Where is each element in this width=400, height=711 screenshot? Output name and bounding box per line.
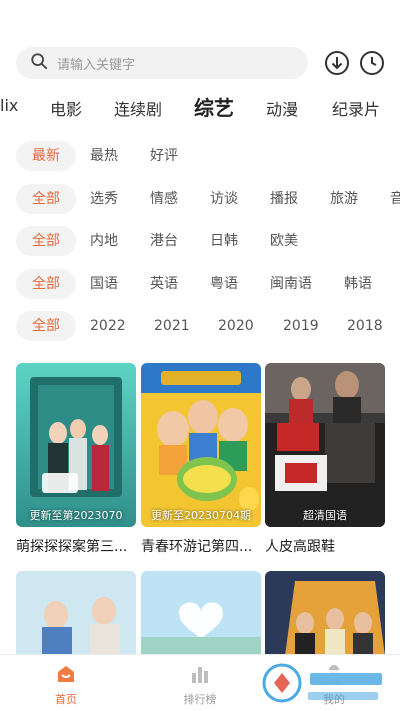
update-label: 更新至第2023070 [29,509,123,522]
filter-chip[interactable]: 粤语 [210,269,238,299]
filter-chip[interactable]: 2018 [347,311,383,341]
filter-chip[interactable]: 2021 [154,311,190,341]
filter-chip[interactable]: 音 [390,184,400,214]
tab-documentary[interactable]: 纪录片 [332,96,380,120]
poster-image[interactable]: 超清国语 [265,363,385,527]
poster-image[interactable] [16,571,136,656]
filter-chip[interactable]: 韩语 [344,269,372,299]
filter-chip[interactable]: 2020 [218,311,254,341]
video-title[interactable]: 萌探探探案第三... [16,536,144,556]
video-card[interactable]: 更新至20230704期 青春环游记第四... [141,363,261,556]
poster-image[interactable] [141,571,261,656]
video-card[interactable] [141,571,261,656]
filter-chip[interactable]: 访谈 [210,184,238,214]
video-title[interactable]: 青春环游记第四... [141,536,269,556]
quality-label: 超清国语 [303,509,347,522]
home-icon [55,663,77,685]
video-card[interactable] [265,571,385,656]
search-icon [30,52,48,74]
poster-image[interactable] [265,571,385,656]
video-card[interactable] [16,571,136,656]
poster-image[interactable]: 更新至第2023070 [16,363,136,527]
filter-chip[interactable]: 情感 [150,184,178,214]
filter-chip[interactable]: 最新 [16,141,76,171]
video-title[interactable]: 人皮高跟鞋 [265,536,393,556]
filter-chip[interactable]: 全部 [16,184,76,214]
filter-chip[interactable]: 旅游 [330,184,358,214]
filter-chip[interactable]: 欧美 [270,226,298,256]
filter-chip[interactable]: 国语 [90,269,118,299]
filter-chip[interactable]: 英语 [150,269,178,299]
filter-chip[interactable]: 最热 [90,141,118,171]
filter-chip[interactable]: 选秀 [90,184,118,214]
filter-chip[interactable]: 内地 [90,226,118,256]
filter-chip[interactable]: 日韩 [210,226,238,256]
category-tabs: lix 电影 连续剧 综艺 动漫 纪录片 [0,92,400,126]
filter-chip[interactable]: 全部 [16,226,76,256]
tab-anime[interactable]: 动漫 [266,96,298,120]
ranking-icon [189,663,211,685]
site-watermark-logo [262,663,386,703]
nav-ranking[interactable]: 排行榜 [170,663,230,707]
filter-chip[interactable]: 全部 [16,311,76,341]
tab-variety[interactable]: 综艺 [194,92,234,121]
nav-home[interactable]: 首页 [36,663,96,707]
filter-row-language: 全部 国语 英语 粤语 闽南语 韩语 [0,269,400,299]
filter-chip[interactable]: 2019 [283,311,319,341]
history-clock-icon[interactable] [358,49,386,77]
tab-series[interactable]: 连续剧 [114,96,162,120]
filter-row-type: 全部 选秀 情感 访谈 播报 旅游 音 [0,184,400,214]
filter-chip[interactable]: 全部 [16,269,76,299]
nav-label: 排行榜 [183,693,217,706]
search-row: 请输入关键字 [16,47,388,79]
search-input[interactable]: 请输入关键字 [16,47,308,79]
update-label: 更新至20230704期 [151,509,251,522]
nav-label: 首页 [55,693,77,706]
search-placeholder: 请输入关键字 [57,57,136,73]
filter-row-region: 全部 内地 港台 日韩 欧美 [0,226,400,256]
tab-movie[interactable]: 电影 [50,96,82,120]
tab-lix[interactable]: lix [0,96,18,115]
filter-row-year: 全部 2022 2021 2020 2019 2018 [0,311,400,341]
filter-chip[interactable]: 2022 [90,311,126,341]
video-card[interactable]: 超清国语 人皮高跟鞋 [265,363,385,556]
video-card[interactable]: 更新至第2023070 萌探探探案第三... [16,363,136,556]
filter-row-sort: 最新 最热 好评 [0,141,400,171]
filter-chip[interactable]: 好评 [150,141,178,171]
download-icon[interactable] [323,49,351,77]
filter-chip[interactable]: 港台 [150,226,178,256]
filter-chip[interactable]: 播报 [270,184,298,214]
filter-chip[interactable]: 闽南语 [270,269,312,299]
poster-image[interactable]: 更新至20230704期 [141,363,261,527]
